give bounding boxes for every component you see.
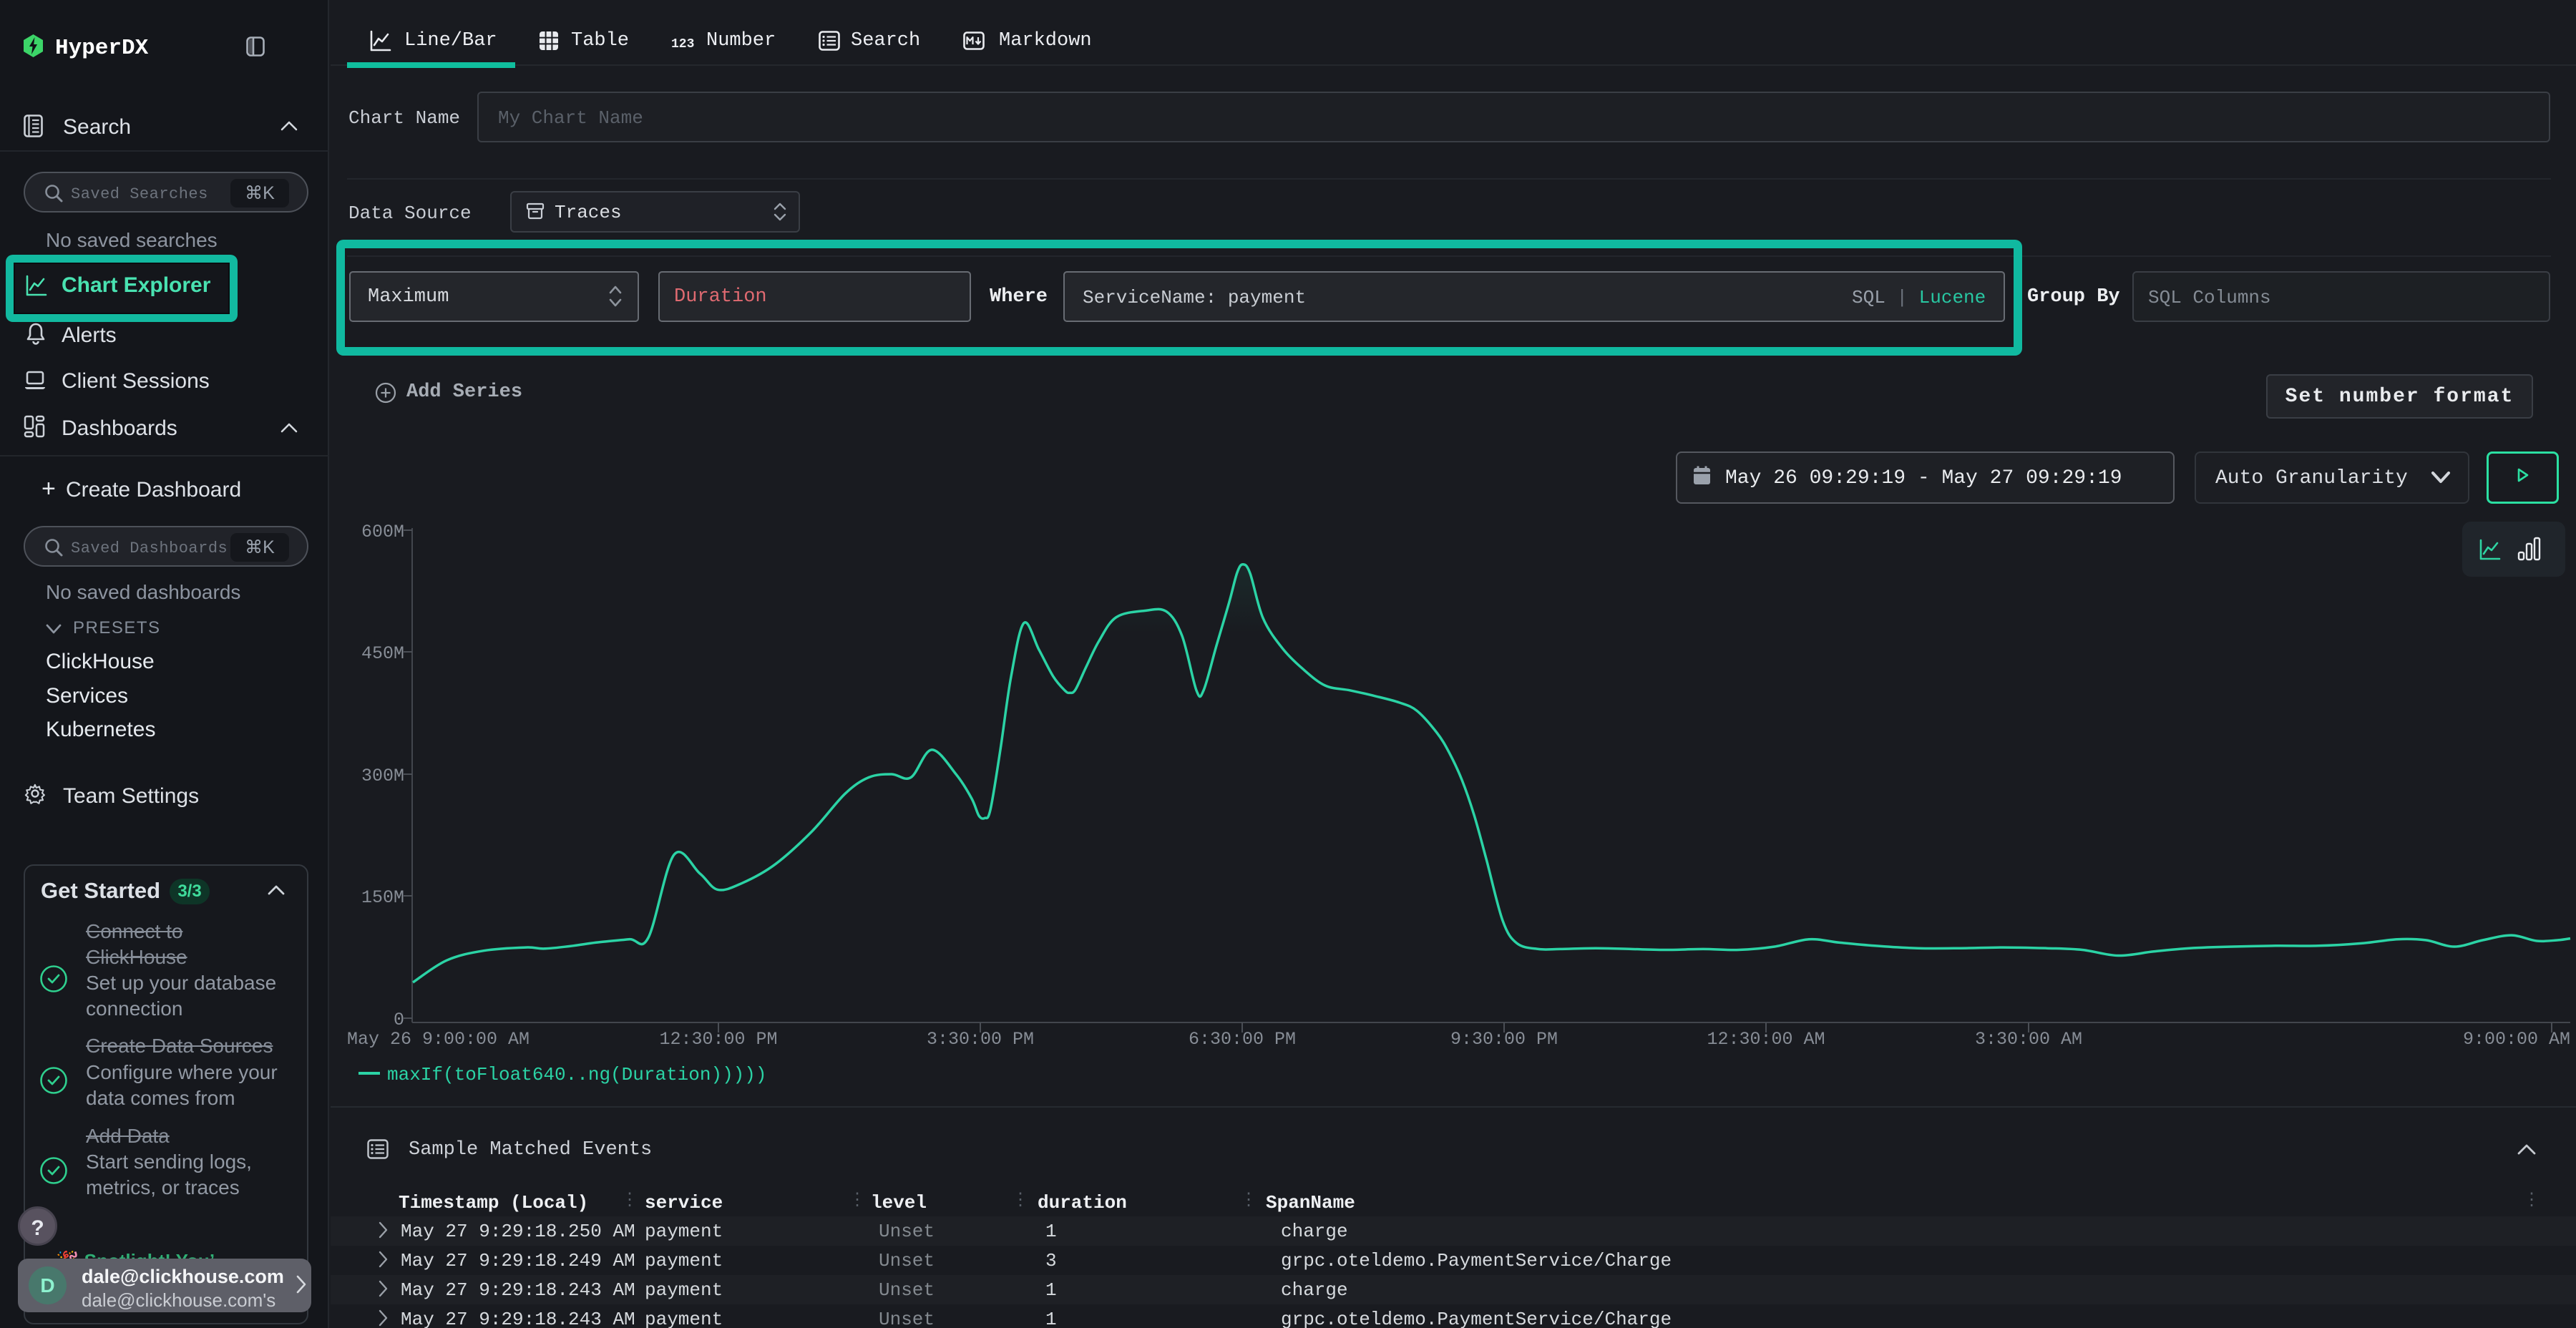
svg-text:9:00:00 AM: 9:00:00 AM [2463,1029,2570,1050]
svg-text:9:30:00 PM: 9:30:00 PM [1450,1029,1558,1050]
svg-text:0: 0 [394,1010,404,1030]
svg-text:3:30:00 AM: 3:30:00 AM [1975,1029,2082,1050]
svg-text:450M: 450M [361,643,404,664]
svg-text:150M: 150M [361,887,404,908]
svg-text:600M: 600M [361,522,404,542]
svg-text:maxIf(toFloat640..ng(Duration): maxIf(toFloat640..ng(Duration))))) [387,1064,767,1085]
svg-text:300M: 300M [361,766,404,786]
svg-text:May 26 9:00:00 AM: May 26 9:00:00 AM [347,1029,530,1050]
svg-text:12:30:00 AM: 12:30:00 AM [1707,1029,1825,1050]
svg-text:12:30:00 PM: 12:30:00 PM [659,1029,777,1050]
svg-text:6:30:00 PM: 6:30:00 PM [1189,1029,1296,1050]
svg-text:3:30:00 PM: 3:30:00 PM [927,1029,1034,1050]
